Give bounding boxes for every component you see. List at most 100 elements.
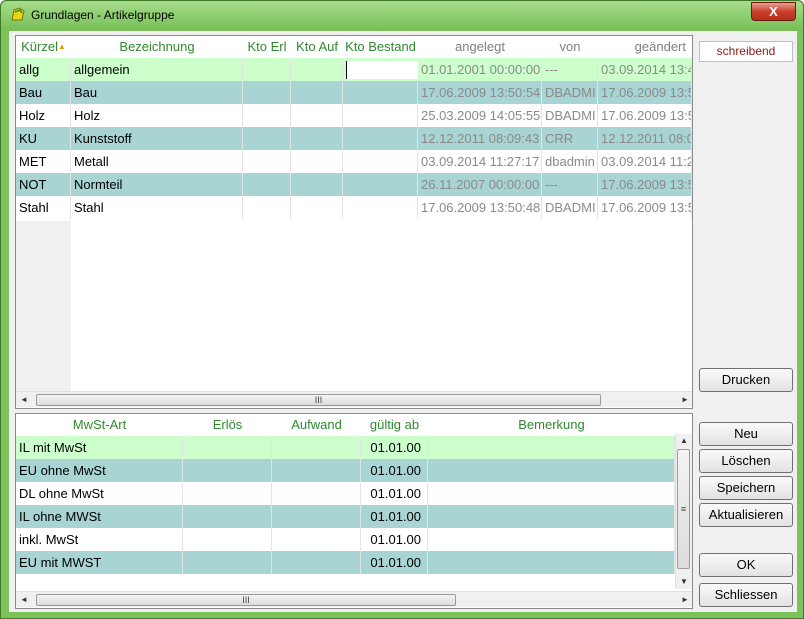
scroll-left-icon[interactable]: ◄ <box>20 595 28 604</box>
top-grid-scroll-thumb[interactable]: III <box>36 394 601 406</box>
cell-angelegt[interactable]: 12.12.2011 08:09:43 <box>418 127 542 150</box>
cell-kto-erl[interactable] <box>243 173 291 196</box>
cell-gueltig-ab[interactable]: 01.01.00 <box>361 459 428 482</box>
table-row[interactable]: inkl. MwSt 01.01.00 <box>16 528 675 551</box>
aktualisieren-button[interactable]: Aktualisieren <box>699 503 793 527</box>
cell-geaendert[interactable]: 17.06.2009 13:5 <box>598 104 692 127</box>
cell-geaendert[interactable]: 17.06.2009 13:5 <box>598 196 692 219</box>
cell-kuerzel[interactable]: allg <box>16 58 71 81</box>
bottom-grid-vscroll-thumb[interactable]: ≡ <box>677 449 690 569</box>
cell-gueltig-ab[interactable]: 01.01.00 <box>361 528 428 551</box>
cell-kto-auf[interactable] <box>291 173 343 196</box>
table-row[interactable]: DL ohne MwSt 01.01.00 <box>16 482 675 505</box>
cell-bemerkung[interactable] <box>428 459 675 482</box>
cell-erloes[interactable] <box>183 482 272 505</box>
cell-bemerkung[interactable] <box>428 528 675 551</box>
cell-kto-bestand[interactable] <box>343 81 418 104</box>
cell-geaendert[interactable]: 17.06.2009 13:5 <box>598 81 692 104</box>
top-grid-hscrollbar[interactable]: ◄ III ► <box>16 391 692 407</box>
table-row[interactable]: Bau Bau 17.06.2009 13:50:54 DBADMI 17.06.200… <box>16 81 692 104</box>
scroll-right-icon[interactable]: ► <box>681 395 689 404</box>
scroll-left-icon[interactable]: ◄ <box>20 395 28 404</box>
cell-geaendert[interactable]: 12.12.2011 08:0 <box>598 127 692 150</box>
cell-bezeichnung[interactable]: Normteil <box>71 173 243 196</box>
cell-erloes[interactable] <box>183 505 272 528</box>
col-header-bemerkung[interactable]: Bemerkung <box>428 414 675 435</box>
cell-kto-auf[interactable] <box>291 127 343 150</box>
cell-angelegt[interactable]: 03.09.2014 11:27:17 <box>418 150 542 173</box>
cell-bezeichnung[interactable]: Stahl <box>71 196 243 219</box>
cell-von[interactable]: --- <box>542 173 598 196</box>
cell-kto-erl[interactable] <box>243 196 291 219</box>
cell-kto-bestand[interactable] <box>343 127 418 150</box>
cell-bezeichnung[interactable]: Holz <box>71 104 243 127</box>
cell-geaendert[interactable]: 17.06.2009 13:5 <box>598 173 692 196</box>
table-row[interactable]: Stahl Stahl 17.06.2009 13:50:48 DBADMI 17.06… <box>16 196 692 219</box>
table-row[interactable]: Holz Holz 25.03.2009 14:05:55 DBADMI 17.06.2… <box>16 104 692 127</box>
cell-gueltig-ab[interactable]: 01.01.00 <box>361 551 428 574</box>
table-row[interactable]: IL mit MwSt 01.01.00 <box>16 436 675 459</box>
table-row[interactable]: NOT Normteil 26.11.2007 00:00:00 --- 17.06.2… <box>16 173 692 196</box>
cell-kuerzel[interactable]: KU <box>16 127 71 150</box>
cell-kto-erl[interactable] <box>243 150 291 173</box>
col-header-von[interactable]: von <box>542 36 598 57</box>
speichern-button[interactable]: Speichern <box>699 476 793 500</box>
cell-kuerzel[interactable]: NOT <box>16 173 71 196</box>
col-header-kto-erl[interactable]: Kto Erl <box>243 36 291 57</box>
scroll-up-icon[interactable]: ▲ <box>680 436 688 445</box>
cell-kto-erl[interactable] <box>243 58 291 81</box>
cell-kto-auf[interactable] <box>291 150 343 173</box>
cell-mwst-art[interactable]: inkl. MwSt <box>16 528 183 551</box>
col-header-kto-bestand[interactable]: Kto Bestand <box>343 36 418 57</box>
cell-kto-bestand[interactable] <box>343 173 418 196</box>
cell-kuerzel[interactable]: Stahl <box>16 196 71 219</box>
cell-mwst-art[interactable]: IL ohne MWSt <box>16 505 183 528</box>
col-header-angelegt[interactable]: angelegt <box>418 36 542 57</box>
neu-button[interactable]: Neu <box>699 422 793 446</box>
cell-angelegt[interactable]: 25.03.2009 14:05:55 <box>418 104 542 127</box>
schliessen-button[interactable]: Schliessen <box>699 583 793 607</box>
cell-kto-erl[interactable] <box>243 104 291 127</box>
cell-kto-bestand[interactable] <box>343 196 418 219</box>
col-header-gueltig-ab[interactable]: gültig ab <box>361 414 428 435</box>
cell-aufwand[interactable] <box>272 528 361 551</box>
cell-gueltig-ab[interactable]: 01.01.00 <box>361 482 428 505</box>
cell-aufwand[interactable] <box>272 505 361 528</box>
cell-bemerkung[interactable] <box>428 482 675 505</box>
vat-type-grid[interactable]: MwSt-Art Erlös Aufwand gültig ab Bemerku… <box>15 413 693 609</box>
col-header-kuerzel[interactable]: Kürzel▲ <box>16 36 71 57</box>
cell-von[interactable]: dbadmin <box>542 150 598 173</box>
bottom-grid-vscrollbar[interactable]: ▲ ≡ ▼ <box>675 434 692 589</box>
cell-angelegt[interactable]: 17.06.2009 13:50:48 <box>418 196 542 219</box>
cell-geaendert[interactable]: 03.09.2014 13:4 <box>598 58 692 81</box>
cell-aufwand[interactable] <box>272 551 361 574</box>
cell-von[interactable]: DBADMI <box>542 104 598 127</box>
drucken-button[interactable]: Drucken <box>699 368 793 392</box>
bottom-grid-hscrollbar[interactable]: ◄ III ► <box>16 591 692 607</box>
cell-erloes[interactable] <box>183 551 272 574</box>
cell-angelegt[interactable]: 01.01.2001 00:00:00 <box>418 58 542 81</box>
loeschen-button[interactable]: Löschen <box>699 449 793 473</box>
cell-bemerkung[interactable] <box>428 505 675 528</box>
cell-gueltig-ab[interactable]: 01.01.00 <box>361 436 428 459</box>
col-header-kto-auf[interactable]: Kto Auf <box>291 36 343 57</box>
col-header-geaendert[interactable]: geändert <box>598 36 692 57</box>
close-button[interactable]: X <box>751 2 796 21</box>
cell-aufwand[interactable] <box>272 482 361 505</box>
cell-angelegt[interactable]: 26.11.2007 00:00:00 <box>418 173 542 196</box>
cell-gueltig-ab[interactable]: 01.01.00 <box>361 505 428 528</box>
cell-bezeichnung[interactable]: Kunststoff <box>71 127 243 150</box>
cell-kto-bestand[interactable] <box>343 150 418 173</box>
cell-kuerzel[interactable]: Bau <box>16 81 71 104</box>
cell-bezeichnung[interactable]: allgemein <box>71 58 243 81</box>
article-group-grid[interactable]: Kürzel▲ Bezeichnung Kto Erl Kto Auf Kto … <box>15 35 693 409</box>
cell-von[interactable]: DBADMI <box>542 196 598 219</box>
table-row[interactable]: IL ohne MWSt 01.01.00 <box>16 505 675 528</box>
cell-bemerkung[interactable] <box>428 436 675 459</box>
cell-erloes[interactable] <box>183 436 272 459</box>
table-row[interactable]: EU mit MWST 01.01.00 <box>16 551 675 574</box>
cell-kuerzel[interactable]: Holz <box>16 104 71 127</box>
col-header-aufwand[interactable]: Aufwand <box>272 414 361 435</box>
cell-geaendert[interactable]: 03.09.2014 11:2 <box>598 150 692 173</box>
kto-bestand-edit-cell[interactable] <box>346 61 418 79</box>
